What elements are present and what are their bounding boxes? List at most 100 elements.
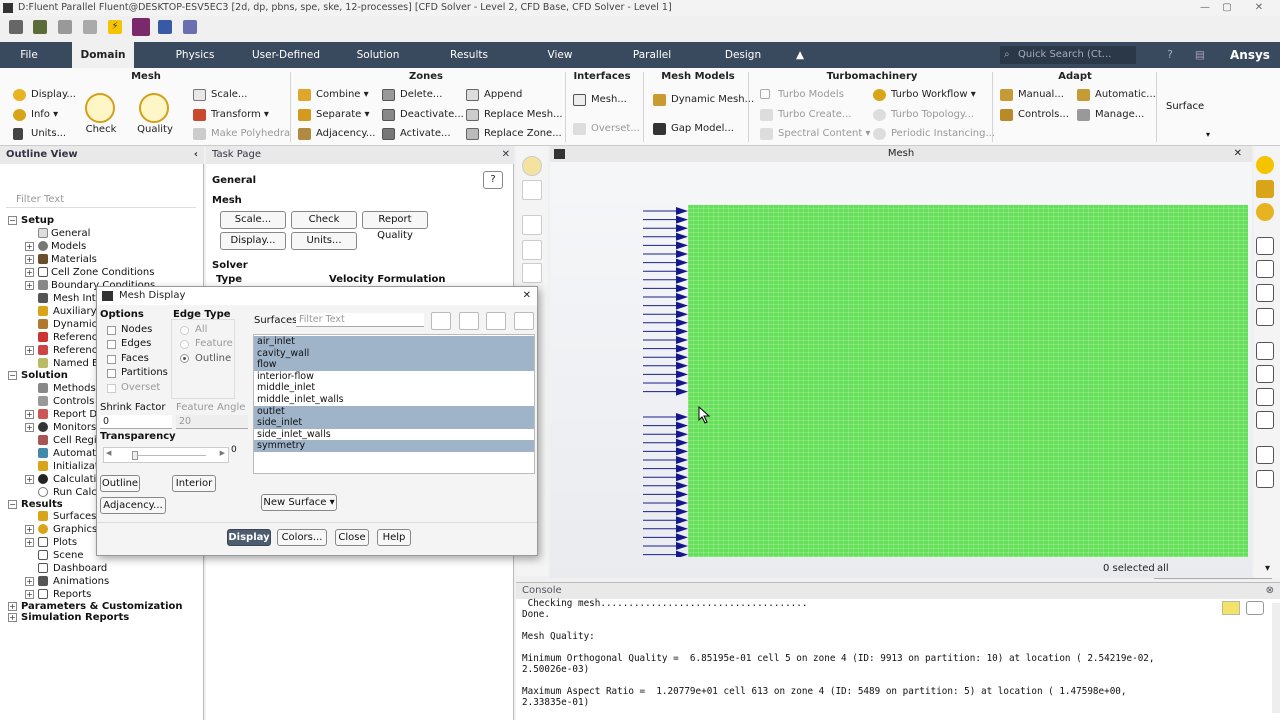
periodic-instancing-button[interactable]: Periodic Instancing... bbox=[873, 127, 995, 141]
adapt-controls-button[interactable]: Controls... bbox=[1000, 108, 1069, 122]
material-icon[interactable] bbox=[1256, 203, 1274, 221]
warning-icon[interactable] bbox=[1222, 601, 1240, 615]
pan-icon[interactable] bbox=[522, 263, 542, 283]
tree-cell-zone-conditions[interactable]: Cell Zone Conditions bbox=[51, 266, 154, 279]
tree-cell-registers[interactable]: Cell Regis bbox=[53, 434, 102, 447]
workbench-icon[interactable] bbox=[132, 18, 150, 36]
interior-button[interactable]: Interior bbox=[172, 475, 216, 492]
surface-item-cavity_wall[interactable]: cavity_wall bbox=[254, 347, 534, 360]
adapt-manual-button[interactable]: Manual... bbox=[1000, 88, 1064, 102]
adjacency-button[interactable]: Adjacency... bbox=[298, 127, 375, 141]
console-close-icon[interactable]: ⊗ bbox=[1266, 583, 1274, 599]
scale-button[interactable]: Scale... bbox=[220, 211, 286, 229]
menu-file[interactable]: File bbox=[0, 42, 58, 68]
adapt-automatic-button[interactable]: Automatic... bbox=[1077, 88, 1156, 102]
surfaces-list[interactable]: air_inlet cavity_wall flow interior-flow mid… bbox=[253, 334, 535, 474]
deactivate-button[interactable]: Deactivate... bbox=[382, 108, 464, 122]
display-button[interactable]: Display bbox=[227, 529, 271, 546]
outline-filter-input[interactable]: Filter Text bbox=[6, 192, 196, 208]
quality-icon[interactable] bbox=[139, 93, 169, 123]
mesh-units-button[interactable]: Units... bbox=[13, 127, 66, 141]
append-button[interactable]: Append bbox=[466, 88, 522, 102]
tree-mesh-interfaces[interactable]: Mesh Inte bbox=[53, 292, 102, 305]
new-icon[interactable] bbox=[9, 20, 23, 34]
turbo-models-checkbox[interactable]: Turbo Models bbox=[760, 88, 844, 102]
faces-checkbox[interactable] bbox=[107, 355, 116, 364]
console-scrollbar[interactable] bbox=[1272, 603, 1280, 713]
tree-models[interactable]: Models bbox=[51, 240, 86, 253]
overset-checkbox[interactable] bbox=[107, 384, 116, 393]
turbo-create-button[interactable]: Turbo Create... bbox=[760, 108, 851, 122]
edge-all-radio[interactable] bbox=[180, 326, 189, 335]
quick-search-input[interactable]: ⌕ Quick Search (Ct... bbox=[1000, 46, 1136, 64]
layout-icon[interactable] bbox=[1256, 284, 1274, 302]
view-icon[interactable] bbox=[522, 180, 542, 200]
contour-icon[interactable] bbox=[1256, 365, 1274, 383]
separate-button[interactable]: Separate ▾ bbox=[298, 108, 370, 122]
animations-expander[interactable]: + bbox=[25, 577, 34, 586]
tree-surfaces[interactable]: Surfaces bbox=[53, 510, 96, 523]
open-icon[interactable] bbox=[33, 20, 47, 34]
combine-button[interactable]: Combine ▾ bbox=[298, 88, 369, 102]
menu-results[interactable]: Results bbox=[440, 42, 498, 68]
boundary-expander[interactable]: + bbox=[25, 281, 34, 290]
slider-left-icon[interactable]: ◀ bbox=[106, 449, 111, 457]
delete-button[interactable]: Delete... bbox=[382, 88, 442, 102]
partitions-checkbox[interactable] bbox=[107, 369, 116, 378]
setup-expander[interactable]: − bbox=[8, 216, 17, 225]
dialog-titlebar[interactable]: Mesh Display ✕ bbox=[97, 287, 537, 305]
results-expander[interactable]: − bbox=[8, 500, 17, 509]
make-polyhedra-button[interactable]: Make Polyhedra bbox=[193, 127, 290, 141]
dynamic-mesh-button[interactable]: Dynamic Mesh... bbox=[653, 93, 754, 107]
new-surface-button[interactable]: New Surface ▾ bbox=[261, 494, 337, 511]
graphics-expander[interactable]: + bbox=[25, 525, 34, 534]
tree-materials[interactable]: Materials bbox=[51, 253, 97, 266]
select-all-icon[interactable] bbox=[459, 312, 479, 330]
rotate-icon[interactable] bbox=[522, 240, 542, 260]
menu-solution[interactable]: Solution bbox=[348, 42, 408, 68]
scale-button[interactable]: Scale... bbox=[193, 88, 247, 102]
adapt-manage-button[interactable]: Manage... bbox=[1077, 108, 1144, 122]
quality-button[interactable]: Quality bbox=[134, 124, 176, 135]
close-task-page-icon[interactable]: ✕ bbox=[502, 146, 510, 164]
cell-zone-expander[interactable]: + bbox=[25, 268, 34, 277]
layout-icon[interactable] bbox=[183, 20, 197, 34]
report-icon[interactable] bbox=[1256, 388, 1274, 406]
tree-animations[interactable]: Animations bbox=[53, 575, 109, 588]
tree-methods[interactable]: Methods bbox=[53, 382, 96, 395]
monitors-expander[interactable]: + bbox=[25, 423, 34, 432]
undo-view-icon[interactable] bbox=[1256, 308, 1274, 326]
surface-item-side_inlet[interactable]: side_inlet bbox=[254, 417, 534, 429]
check-button[interactable]: Check bbox=[291, 211, 357, 229]
close-window-icon[interactable]: ✕ bbox=[1244, 0, 1274, 16]
help-icon[interactable]: ? bbox=[1160, 42, 1180, 68]
collapse-ribbon-icon[interactable]: ▲ bbox=[792, 42, 808, 68]
interfaces-mesh-button[interactable]: Mesh... bbox=[573, 93, 627, 107]
slider-right-icon[interactable]: ▶ bbox=[220, 449, 225, 457]
overset-button[interactable]: Overset... bbox=[573, 122, 640, 136]
tree-plots[interactable]: Plots bbox=[53, 536, 77, 549]
tree-scene[interactable]: Scene bbox=[53, 549, 84, 562]
copy-icon[interactable] bbox=[1256, 446, 1274, 464]
deselect-all-icon[interactable] bbox=[514, 312, 534, 330]
camera-icon[interactable] bbox=[1256, 237, 1274, 255]
nodes-checkbox[interactable] bbox=[107, 326, 116, 335]
surface-item-outlet[interactable]: outlet bbox=[254, 405, 534, 418]
tree-setup[interactable]: Setup bbox=[21, 214, 54, 227]
display-button[interactable]: Display... bbox=[220, 232, 286, 250]
book-icon[interactable]: ▤ bbox=[1190, 42, 1210, 68]
units-button[interactable]: Units... bbox=[291, 232, 357, 250]
chart-icon[interactable] bbox=[1256, 342, 1274, 360]
surface-item-side_inlet_walls[interactable]: side_inlet_walls bbox=[254, 429, 534, 441]
outline-button[interactable]: Outline bbox=[100, 475, 140, 492]
surface-item-middle_inlet_walls[interactable]: middle_inlet_walls bbox=[254, 394, 534, 406]
edge-outline-radio[interactable] bbox=[180, 354, 189, 363]
lightning-icon[interactable]: ⚡ bbox=[108, 20, 122, 34]
report-quality-button[interactable]: Report Quality bbox=[362, 211, 428, 241]
replace-zone-button[interactable]: Replace Zone... bbox=[466, 127, 562, 141]
materials-expander[interactable]: + bbox=[25, 255, 34, 264]
tree-graphics[interactable]: Graphics bbox=[53, 523, 97, 536]
tree-solution[interactable]: Solution bbox=[21, 369, 68, 382]
transparency-slider[interactable]: ◀ ▶ bbox=[103, 447, 229, 463]
tree-monitors[interactable]: Monitors bbox=[53, 421, 96, 434]
